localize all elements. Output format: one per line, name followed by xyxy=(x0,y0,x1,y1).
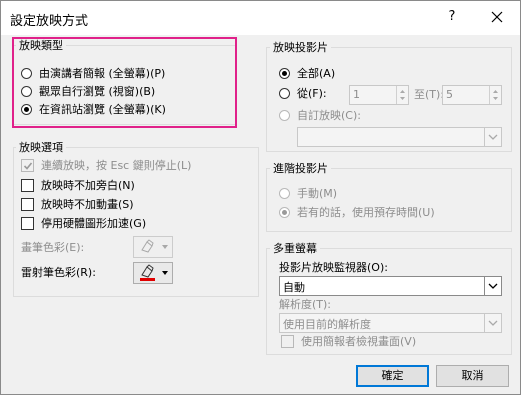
dropdown-button[interactable] xyxy=(484,128,501,146)
radio-all-label: 全部(A) xyxy=(297,67,336,80)
radio-manual-button[interactable] xyxy=(279,188,290,199)
radio-custom-show[interactable]: 自訂放映(C): xyxy=(279,108,399,124)
radio-manual[interactable]: 手動(M) xyxy=(279,186,399,202)
checkbox-loop[interactable]: 連續放映，按 Esc 鍵則停止(L) xyxy=(21,158,251,174)
title-bar: 設定放映方式 ? xyxy=(1,1,520,35)
spinner-arrows[interactable] xyxy=(396,86,408,104)
help-button[interactable]: ? xyxy=(441,6,463,28)
checkbox-disable-hw-box[interactable] xyxy=(21,217,34,230)
laser-color-swatch xyxy=(140,278,155,281)
spinner-arrows[interactable] xyxy=(489,86,501,104)
chevron-down-icon xyxy=(488,134,498,140)
radio-custom-button[interactable] xyxy=(279,110,290,121)
laser-pen-icon xyxy=(140,264,168,281)
from-spinner[interactable]: 1 xyxy=(349,85,409,105)
spin-arrows-icon xyxy=(493,90,498,100)
monitor-label: 投影片放映監視器(O): xyxy=(279,261,388,274)
custom-show-select[interactable] xyxy=(297,127,502,147)
checkbox-no-animation-label: 放映時不加動畫(S) xyxy=(41,198,134,211)
ok-button[interactable]: 確定 xyxy=(356,365,429,387)
dropdown-button[interactable] xyxy=(484,314,501,332)
checkbox-no-animation-box[interactable] xyxy=(21,198,34,211)
laser-color-label: 雷射筆色彩(R): xyxy=(21,266,96,279)
cancel-button[interactable]: 取消 xyxy=(436,365,509,387)
checkbox-no-narration-box[interactable] xyxy=(21,179,34,192)
to-value: 5 xyxy=(446,88,453,101)
checkbox-loop-label: 連續放映，按 Esc 鍵則停止(L) xyxy=(41,159,192,172)
checkbox-no-narration-label: 放映時不加旁白(N) xyxy=(41,179,135,192)
chevron-down-icon xyxy=(488,320,498,326)
close-icon xyxy=(491,11,503,23)
checkbox-presenter-view-box[interactable] xyxy=(281,335,294,348)
to-label: 至(T): xyxy=(414,88,445,101)
checkbox-disable-hw-label: 停用硬體圖形加速(G) xyxy=(41,217,147,230)
spin-arrows-icon xyxy=(400,90,405,100)
pen-color-label: 畫筆色彩(E): xyxy=(21,241,85,254)
checkbox-presenter-view-label: 使用簡報者檢視畫面(V) xyxy=(301,335,417,348)
radio-all-slides[interactable]: 全部(A) xyxy=(279,66,379,82)
resolution-label: 解析度(T): xyxy=(279,298,332,311)
pen-color-button[interactable] xyxy=(133,236,173,258)
resolution-value: 使用目前的解析度 xyxy=(283,318,371,331)
highlight-box xyxy=(12,37,237,128)
radio-from-label: 從(F): xyxy=(297,87,327,100)
checkbox-loop-box[interactable] xyxy=(21,159,34,172)
radio-manual-label: 手動(M) xyxy=(297,187,338,200)
close-button[interactable] xyxy=(485,6,509,28)
radio-custom-label: 自訂放映(C): xyxy=(297,109,361,122)
radio-use-timings[interactable]: 若有的話，使用預存時間(U) xyxy=(279,205,504,221)
show-options-label: 放映選項 xyxy=(16,141,66,154)
checkbox-disable-hw[interactable]: 停用硬體圖形加速(G) xyxy=(21,216,251,232)
radio-timings-label: 若有的話，使用預存時間(U) xyxy=(297,206,435,219)
checkbox-presenter-view[interactable]: 使用簡報者檢視畫面(V) xyxy=(281,334,501,350)
chevron-down-icon xyxy=(162,271,168,275)
monitor-select[interactable]: 自動 xyxy=(279,276,502,296)
checkbox-no-animation[interactable]: 放映時不加動畫(S) xyxy=(21,197,251,213)
pen-icon xyxy=(141,239,168,253)
advance-label: 進階投影片 xyxy=(270,162,331,175)
resolution-select[interactable]: 使用目前的解析度 xyxy=(279,313,502,333)
dialog-title: 設定放映方式 xyxy=(10,14,89,29)
chevron-down-icon xyxy=(488,283,498,289)
check-icon xyxy=(23,162,33,170)
monitor-value: 自動 xyxy=(283,281,305,294)
dropdown-button[interactable] xyxy=(484,277,501,295)
laser-color-button[interactable] xyxy=(133,262,173,284)
show-slides-label: 放映投影片 xyxy=(270,41,331,54)
dialog-window: 設定放映方式 ? 放映類型 由演講者簡報 (全螢幕)(P) 觀眾自行瀏覽 (視窗… xyxy=(0,0,521,395)
chevron-down-icon xyxy=(162,245,168,249)
to-spinner[interactable]: 5 xyxy=(442,85,502,105)
multi-monitor-label: 多重螢幕 xyxy=(270,242,320,255)
from-value: 1 xyxy=(353,88,360,101)
radio-from-button[interactable] xyxy=(279,88,290,99)
radio-timings-button[interactable] xyxy=(279,207,290,218)
radio-from[interactable]: 從(F): xyxy=(279,86,349,102)
radio-all-button[interactable] xyxy=(279,68,290,79)
checkbox-no-narration[interactable]: 放映時不加旁白(N) xyxy=(21,178,251,194)
